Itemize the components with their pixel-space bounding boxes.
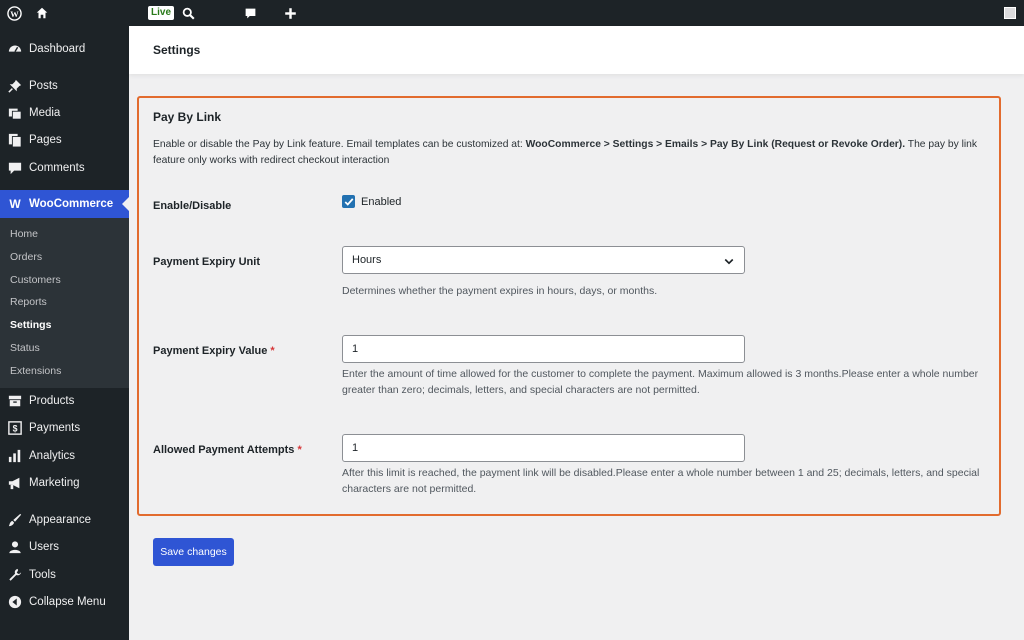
menu-appearance[interactable]: Appearance [0, 507, 129, 533]
woocommerce-icon: W [7, 196, 23, 212]
svg-text:W: W [9, 198, 21, 210]
menu-label: Pages [29, 134, 62, 146]
submenu-extensions[interactable]: Extensions [10, 365, 61, 377]
menu-posts[interactable]: Posts [0, 73, 129, 99]
menu-label: Payments [29, 422, 81, 434]
attempts-label: Allowed Payment Attempts * [153, 444, 302, 456]
submenu-home[interactable]: Home [10, 228, 38, 240]
submenu-status[interactable]: Status [10, 342, 40, 354]
pin-icon [7, 78, 23, 94]
submenu-reports[interactable]: Reports [10, 296, 47, 308]
attempts-value: 1 [352, 442, 359, 454]
menu-analytics[interactable]: Analytics [0, 443, 129, 469]
attempts-label-text: Allowed Payment Attempts [153, 444, 295, 456]
menu-label: Appearance [29, 514, 92, 526]
menu-pages[interactable]: Pages [0, 127, 129, 153]
live-badge[interactable]: Live [148, 0, 175, 26]
expiry-unit-label: Payment Expiry Unit [153, 256, 260, 268]
enable-label: Enable/Disable [153, 200, 232, 212]
submenu-orders[interactable]: Orders [10, 251, 42, 263]
chevron-down-icon [723, 255, 735, 270]
expiry-unit-select[interactable]: Hours [342, 246, 745, 274]
submenu-customers[interactable]: Customers [10, 274, 61, 286]
expiry-unit-help: Determines whether the payment expires i… [342, 285, 658, 297]
menu-tools[interactable]: Tools [0, 562, 129, 588]
svg-text:$: $ [13, 424, 18, 434]
admin-bar: W Live [0, 0, 1024, 26]
users-icon [7, 539, 23, 555]
menu-label: Users [29, 541, 60, 553]
menu-label: Media [29, 107, 61, 119]
menu-label: Dashboard [29, 43, 86, 55]
products-icon [7, 393, 23, 409]
section-title: Pay By Link [153, 110, 222, 124]
menu-marketing[interactable]: Marketing [0, 470, 129, 496]
menu-label: Marketing [29, 477, 80, 489]
attempts-input[interactable]: 1 [342, 434, 745, 462]
menu-users[interactable]: Users [0, 534, 129, 560]
menu-products[interactable]: Products [0, 388, 129, 414]
comment-icon[interactable] [241, 0, 259, 26]
menu-media[interactable]: Media [0, 100, 129, 126]
plus-icon[interactable] [281, 0, 299, 26]
search-icon[interactable] [179, 0, 197, 26]
menu-dashboard[interactable]: Dashboard [0, 36, 129, 62]
home-icon[interactable] [32, 0, 52, 26]
wrench-icon [7, 567, 23, 583]
submenu-settings[interactable]: Settings [10, 319, 51, 331]
menu-woocommerce[interactable]: W WooCommerce [0, 190, 129, 218]
enable-checkbox[interactable] [342, 195, 355, 208]
menu-label: Comments [29, 162, 85, 174]
expiry-value-help: Enter the amount of time allowed for the… [342, 368, 979, 396]
page-header: Settings [129, 26, 1024, 74]
email-settings-path: WooCommerce > Settings > Emails > Pay By… [525, 139, 906, 150]
svg-text:W: W [10, 8, 19, 18]
required-marker: * [297, 444, 302, 456]
pay-by-link-panel: Pay By Link Enable or disable the Pay by… [137, 96, 1001, 516]
menu-label: Tools [29, 569, 56, 581]
dashboard-icon [7, 41, 23, 57]
menu-label: Collapse Menu [29, 596, 106, 608]
expiry-unit-value: Hours [352, 254, 382, 266]
description-text: Enable or disable the Pay by Link featur… [153, 139, 526, 150]
attempts-help: After this limit is reached, the payment… [342, 467, 980, 495]
enable-checkbox-group: Enabled [342, 195, 401, 208]
save-changes-button[interactable]: Save changes [153, 538, 234, 566]
section-description: Enable or disable the Pay by Link featur… [153, 137, 993, 168]
analytics-icon [7, 448, 23, 464]
expiry-value-label: Payment Expiry Value * [153, 345, 275, 357]
menu-label: Products [29, 395, 75, 407]
media-icon [7, 105, 23, 121]
collapse-icon [7, 594, 23, 610]
pages-icon [7, 132, 23, 148]
expiry-value-value: 1 [352, 343, 359, 355]
menu-label: Posts [29, 80, 58, 92]
menu-payments[interactable]: $ Payments [0, 415, 129, 441]
menu-comments[interactable]: Comments [0, 155, 129, 181]
menu-collapse[interactable]: Collapse Menu [0, 589, 129, 615]
woocommerce-submenu: Home Orders Customers Reports Settings S… [0, 218, 129, 388]
comment-icon [7, 160, 23, 176]
page-title: Settings [153, 43, 201, 57]
enable-checkbox-label[interactable]: Enabled [361, 196, 401, 208]
menu-label: WooCommerce [29, 198, 114, 210]
live-label: Live [148, 6, 175, 20]
wordpress-icon[interactable]: W [4, 0, 24, 26]
admin-sidebar: Dashboard Posts Media Pages Comments W W… [0, 26, 129, 640]
avatar[interactable] [1000, 0, 1020, 26]
megaphone-icon [7, 475, 23, 491]
payments-icon: $ [7, 420, 23, 436]
expiry-value-label-text: Payment Expiry Value [153, 345, 268, 357]
menu-label: Analytics [29, 450, 76, 462]
brush-icon [7, 512, 23, 528]
required-marker: * [270, 345, 275, 357]
expiry-value-input[interactable]: 1 [342, 335, 745, 363]
